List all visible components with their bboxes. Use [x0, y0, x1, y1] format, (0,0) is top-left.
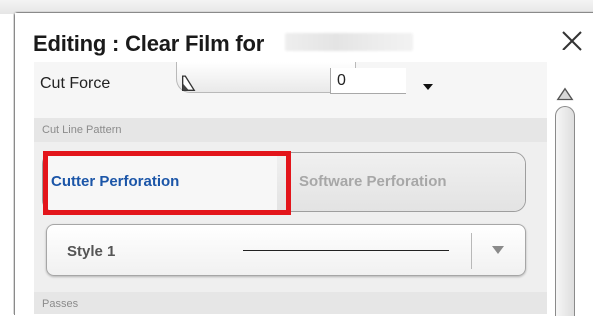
scroll-up-icon[interactable]	[556, 86, 574, 104]
titlebar: Editing : Clear Film for	[15, 13, 593, 63]
option-software-perforation[interactable]: Software Perforation	[277, 153, 525, 211]
dropdown-arrow-icon[interactable]	[491, 244, 505, 256]
cut-force-row: Cut Force 0	[34, 62, 547, 118]
settings-panel: Cut Force 0 Cut Line Pattern Cutter Perf…	[34, 62, 547, 314]
scroll-thumb[interactable]	[555, 106, 575, 316]
cut-force-value-field[interactable]: 0	[330, 68, 406, 94]
software-perforation-label: Software Perforation	[299, 173, 447, 190]
style-dropdown[interactable]: Style 1	[46, 224, 526, 276]
chevron-down-icon[interactable]	[420, 80, 436, 94]
cut-force-label: Cut Force	[40, 75, 111, 92]
option-cutter-perforation[interactable]: Cutter Perforation	[43, 153, 278, 211]
cut-force-slider[interactable]	[176, 62, 356, 93]
cut-line-pattern-label: Cut Line Pattern	[34, 118, 547, 142]
redacted-name	[285, 33, 413, 51]
passes-label: Passes	[34, 292, 547, 314]
dropdown-divider	[471, 233, 472, 269]
slider-thumb-icon[interactable]	[180, 74, 196, 96]
cut-line-pattern-toggle: Cutter Perforation Software Perforation	[42, 152, 526, 212]
line-style-preview	[243, 250, 449, 251]
style-selected-label: Style 1	[67, 243, 116, 260]
cutter-perforation-label: Cutter Perforation	[51, 173, 180, 190]
dialog-title: Editing : Clear Film for	[33, 31, 265, 56]
